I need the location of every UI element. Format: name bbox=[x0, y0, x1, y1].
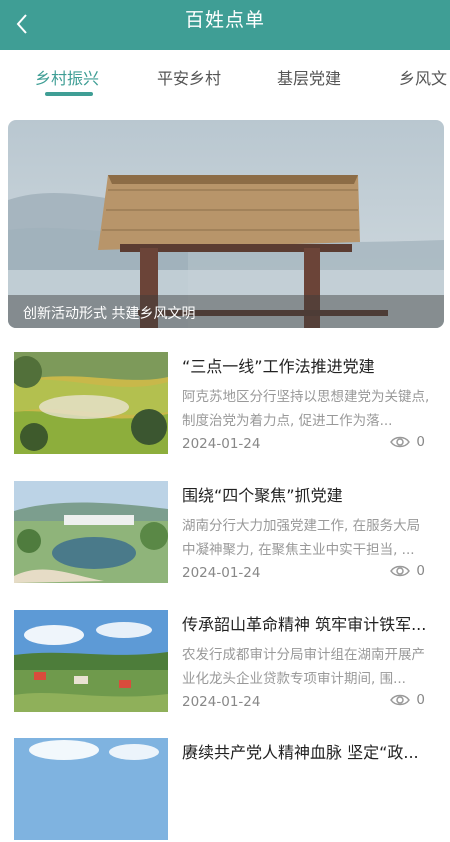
article-date: 2024-01-24 bbox=[182, 436, 261, 452]
category-tabs: 乡村振兴 平安乡村 基层党建 乡风文 bbox=[0, 50, 450, 106]
article-summary: 阿克苏地区分行坚持以思想建党为关键点, 制度治党为着力点, 促进工作为落... bbox=[182, 389, 430, 429]
tab-safe-village[interactable]: 平安乡村 bbox=[157, 65, 221, 89]
tab-rural-revitalization[interactable]: 乡村振兴 bbox=[35, 65, 99, 89]
eye-icon bbox=[390, 436, 411, 448]
article-summary: 湖南分行大力加强党建工作, 在服务大局中凝神聚力, 在聚焦主业中实干担当, ..… bbox=[182, 518, 421, 558]
view-count: 0 bbox=[390, 692, 425, 708]
article-summary: 农发行成都审计分局审计组在湖南开展产业化龙头企业贷款专项审计期间, 围... bbox=[182, 647, 425, 687]
tab-grassroots-party[interactable]: 基层党建 bbox=[277, 65, 341, 89]
article-title: 围绕“四个聚焦”抓党建 bbox=[182, 486, 343, 505]
banner-caption: 创新活动形式 共建乡风文明 bbox=[23, 306, 196, 322]
view-count: 0 bbox=[390, 563, 425, 579]
article-item[interactable]: 传承韶山革命精神 筑牢审计铁军... 农发行成都审计分局审计组在湖南开展产业化龙… bbox=[14, 610, 439, 714]
article-title: 传承韶山革命精神 筑牢审计铁军... bbox=[182, 615, 427, 634]
article-date: 2024-01-24 bbox=[182, 694, 261, 710]
view-count-value: 0 bbox=[416, 692, 425, 708]
article-title: “三点一线”工作法推进党建 bbox=[182, 357, 375, 376]
view-count-value: 0 bbox=[416, 563, 425, 579]
app-header: 百姓点单 bbox=[0, 0, 450, 50]
article-date: 2024-01-24 bbox=[182, 565, 261, 581]
view-count: 0 bbox=[390, 434, 425, 450]
article-item[interactable]: “三点一线”工作法推进党建 阿克苏地区分行坚持以思想建党为关键点, 制度治党为着… bbox=[14, 352, 439, 456]
article-thumbnail bbox=[14, 352, 168, 454]
banner-caption-bar: 创新活动形式 共建乡风文明 bbox=[8, 295, 444, 328]
view-count-value: 0 bbox=[416, 434, 425, 450]
article-item[interactable]: 围绕“四个聚焦”抓党建 湖南分行大力加强党建工作, 在服务大局中凝神聚力, 在聚… bbox=[14, 481, 439, 585]
eye-icon bbox=[390, 694, 411, 706]
eye-icon bbox=[390, 565, 411, 577]
article-item[interactable]: 赓续共产党人精神血脉 坚定“政... bbox=[14, 738, 439, 842]
article-thumbnail bbox=[14, 481, 168, 583]
article-thumbnail bbox=[14, 738, 168, 840]
active-tab-indicator bbox=[45, 92, 93, 96]
page-title: 百姓点单 bbox=[184, 9, 265, 31]
tab-rural-culture[interactable]: 乡风文 bbox=[399, 65, 447, 89]
article-thumbnail bbox=[14, 610, 168, 712]
article-title: 赓续共产党人精神血脉 坚定“政... bbox=[182, 743, 419, 762]
banner-carousel[interactable]: 创新活动形式 共建乡风文明 bbox=[8, 120, 444, 328]
